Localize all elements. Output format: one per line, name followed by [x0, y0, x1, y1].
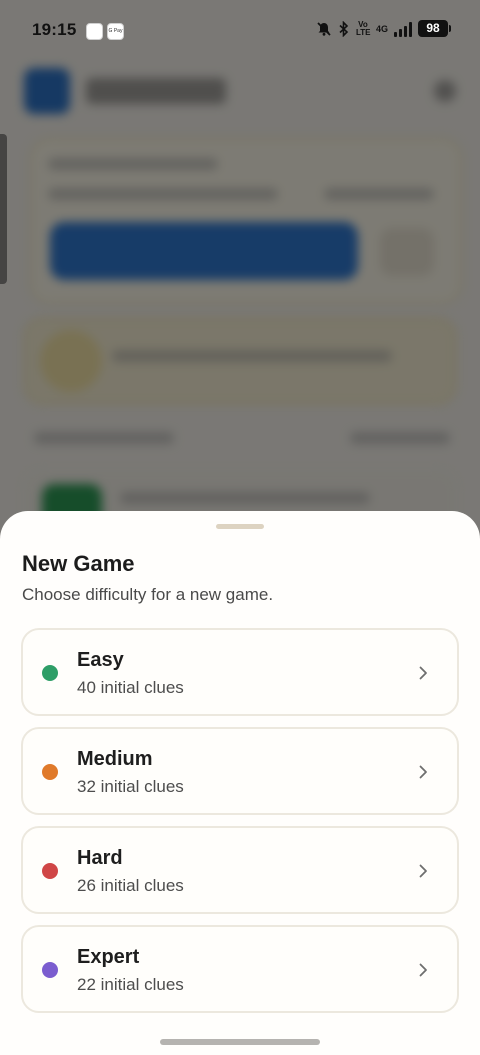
- app-notification-icon: [86, 23, 103, 40]
- option-description: 22 initial clues: [77, 975, 184, 994]
- status-icons: Vo LTE 4G 98: [316, 19, 451, 37]
- network-type: 4G: [375, 23, 388, 34]
- option-label: Expert: [77, 946, 140, 968]
- difficulty-dot-icon: [42, 863, 58, 879]
- chevron-right-icon: [419, 963, 427, 977]
- option-label: Medium: [77, 748, 153, 770]
- difficulty-options: Easy 40 initial clues Medium 32 initial …: [21, 628, 459, 1024]
- difficulty-option-easy[interactable]: Easy 40 initial clues: [21, 628, 459, 716]
- mute-bell-icon: [317, 21, 331, 36]
- difficulty-option-hard[interactable]: Hard 26 initial clues: [21, 826, 459, 914]
- new-game-sheet: New Game Choose difficulty for a new gam…: [0, 511, 480, 1055]
- volte-icon: Vo LTE: [355, 19, 371, 37]
- option-description: 32 initial clues: [77, 777, 184, 796]
- difficulty-option-expert[interactable]: Expert 22 initial clues: [21, 925, 459, 1013]
- difficulty-dot-icon: [42, 764, 58, 780]
- bluetooth-icon: [339, 20, 349, 37]
- drag-handle[interactable]: [216, 524, 264, 529]
- difficulty-option-medium[interactable]: Medium 32 initial clues: [21, 727, 459, 815]
- difficulty-dot-icon: [42, 962, 58, 978]
- status-bar: 19:15 G Pay Vo LTE 4G 98: [0, 0, 480, 62]
- option-description: 26 initial clues: [77, 876, 184, 895]
- option-label: Hard: [77, 847, 123, 869]
- chevron-right-icon: [419, 666, 427, 680]
- chevron-right-icon: [419, 864, 427, 878]
- signal-icon: [394, 21, 412, 37]
- sheet-subtitle: Choose difficulty for a new game.: [22, 585, 274, 604]
- chevron-right-icon: [419, 765, 427, 779]
- difficulty-dot-icon: [42, 665, 58, 681]
- option-label: Easy: [77, 649, 124, 671]
- option-description: 40 initial clues: [77, 678, 184, 697]
- g-pay-icon: G Pay: [107, 23, 124, 40]
- sheet-title: New Game: [22, 551, 135, 576]
- status-time: 19:15: [32, 20, 77, 39]
- battery-icon: 98: [418, 20, 451, 37]
- home-indicator[interactable]: [160, 1039, 320, 1045]
